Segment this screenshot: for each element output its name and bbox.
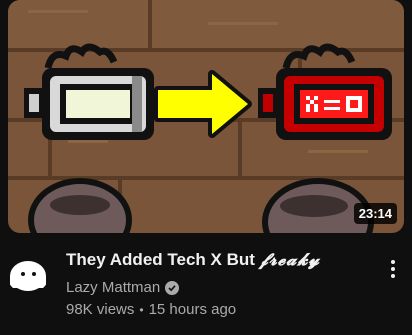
more-vert-icon[interactable]	[383, 256, 403, 282]
video-title-text: They Added Tech X But	[66, 250, 255, 269]
video-info: They Added Tech X But 𝓯𝓻𝓮𝓪𝓴𝔂 Lazy Mattma…	[66, 248, 366, 318]
verified-check-icon	[165, 280, 180, 295]
duration-badge: 23:14	[353, 203, 397, 224]
channel-avatar[interactable]	[6, 250, 50, 294]
channel-name-row[interactable]: Lazy Mattman	[66, 279, 366, 296]
video-meta: 98K views • 15 hours ago	[66, 301, 366, 318]
video-title[interactable]: They Added Tech X But 𝓯𝓻𝓮𝓪𝓴𝔂	[66, 248, 366, 272]
meta-separator: •	[139, 302, 144, 317]
video-thumbnail[interactable]: 23:14	[8, 0, 404, 233]
view-count: 98K views	[66, 301, 135, 318]
video-card: 23:14 They Added Tech X But 𝓯𝓻𝓮𝓪𝓴𝔂 Lazy …	[0, 0, 412, 335]
channel-name: Lazy Mattman	[66, 279, 161, 296]
ghost-avatar-icon	[10, 261, 46, 291]
upload-age: 15 hours ago	[148, 301, 237, 318]
thumbnail-art	[8, 0, 404, 233]
video-title-fancy: 𝓯𝓻𝓮𝓪𝓴𝔂	[259, 250, 321, 270]
